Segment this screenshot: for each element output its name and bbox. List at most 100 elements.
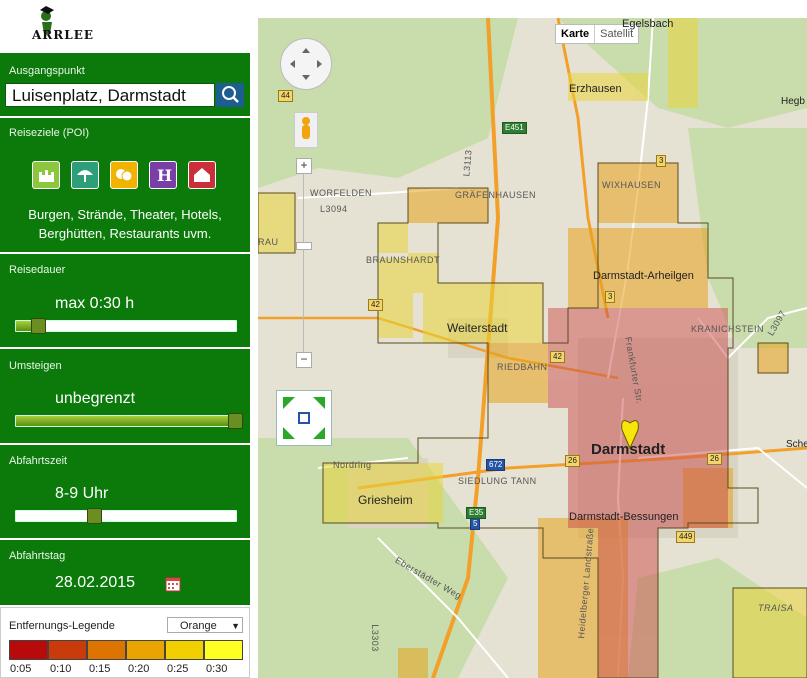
poi-description-line2: Berghütten, Restaurants uvm. [38,226,212,241]
duration-slider[interactable] [15,318,237,334]
label-rau: RAU [258,237,279,247]
distance-legend: Entfernungs-Legende Orange ▼ 0:05 0:10 0… [0,607,250,678]
label-traisa: TRAISA [758,603,794,613]
departure-time-title: Abfahrtszeit [9,455,68,467]
legend-swatch [165,640,204,660]
label-bessungen: Darmstadt-Bessungen [569,511,679,523]
shield-b26b: 26 [707,453,722,465]
legend-tick: 0:25 [167,663,189,675]
shield-b42b: 42 [550,351,565,363]
legend-tick: 0:15 [89,663,111,675]
poi-panel: Reiseziele (POI) H Burgen, Strände, Thea… [0,118,250,252]
label-braunshardt: BRAUNSHARDT [366,255,441,265]
legend-swatch [48,640,87,660]
legend-tick: 0:30 [206,663,228,675]
departure-time-value: 8-9 Uhr [55,485,109,502]
street-view-pegman[interactable] [294,112,318,148]
departure-time-slider[interactable] [15,508,237,524]
legend-scheme-value: Orange [180,620,217,632]
legend-swatch [204,640,243,660]
shield-b449: 449 [676,531,696,543]
shield-a672: 672 [486,459,506,471]
zoom-slider-track[interactable] [303,161,304,361]
poi-title: Reiseziele (POI) [9,127,90,139]
poi-description-line1: Burgen, Strände, Theater, Hotels, [28,207,222,222]
departure-day-panel: Abfahrtstag 28.02.2015 [0,540,250,605]
legend-swatch [87,640,126,660]
svg-text:H: H [157,166,172,185]
chevron-down-icon: ▼ [231,621,240,631]
duration-panel: Reisedauer max 0:30 h [0,254,250,347]
beach-icon[interactable] [71,161,99,189]
departure-day-value[interactable]: 28.02.2015 [55,574,135,592]
transfers-slider-fill [16,416,236,426]
legend-swatch [9,640,48,660]
label-arheilgen: Darmstadt-Arheilgen [593,270,694,282]
start-panel: Ausgangspunkt Luisenplatz, Darmstadt [0,53,250,116]
legend-scheme-select[interactable]: Orange ▼ [167,617,243,633]
label-egelsbach: Egelsbach [622,18,674,30]
shield-b3: 3 [656,155,667,167]
label-riedbahn: RIEDBAHN [497,362,548,372]
label-weiterstadt: Weiterstadt [447,321,508,335]
maptype-map-button[interactable]: Karte [556,25,596,43]
pan-arrows-icon [290,48,322,80]
legend-swatch [126,640,165,660]
legend-tick: 0:05 [10,663,32,675]
label-hegba: Hegb [781,96,805,107]
logo-text: ARRLEE [32,28,94,42]
duration-value: max 0:30 h [55,295,135,312]
shield-a5: 5 [470,518,481,530]
label-erzhausen: Erzhausen [569,83,622,95]
legend-tick: 0:20 [128,663,150,675]
label-siedlung-tann: SIEDLUNG TANN [458,476,537,486]
green-arrows-icon [283,397,325,439]
label-nordring: Nordring [333,460,372,470]
shield-b44: 44 [278,90,293,102]
sidebar: ARRLEE Ausgangspunkt Luisenplatz, Darmst… [0,0,252,678]
transfers-title: Umsteigen [9,360,62,372]
transfers-slider[interactable] [15,413,243,429]
shield-l3094: L3094 [320,204,348,214]
zoom-out-button[interactable]: − [296,352,312,368]
shield-e451: E451 [502,122,527,134]
transfers-slider-handle[interactable] [228,413,243,429]
shield-l3303: L3303 [369,624,380,652]
shield-b26: 26 [565,455,580,467]
transfers-value: unbegrenzt [55,390,136,407]
calendar-icon[interactable] [165,576,181,597]
search-icon [222,86,239,103]
departure-time-panel: Abfahrtszeit 8-9 Uhr [0,445,250,538]
label-darmstadt: Darmstadt [591,441,666,458]
shield-e35: E35 [466,507,487,519]
start-title: Ausgangspunkt [9,65,85,77]
theater-icon[interactable] [110,161,138,189]
label-graefenhausen: GRÄFENHAUSEN [455,190,537,200]
zoom-slider-handle[interactable] [296,242,312,250]
map-base [258,18,807,678]
pan-control[interactable] [280,38,332,90]
duration-title: Reisedauer [9,264,66,276]
search-button[interactable] [216,83,244,107]
restaurant-icon[interactable] [188,161,216,189]
label-kranichstein: KRANICHSTEIN [691,324,765,334]
label-wixhausen: WIXHAUSEN [602,180,662,190]
legend-tick: 0:10 [50,663,72,675]
zoom-in-button[interactable]: + [296,158,312,174]
shield-b42: 42 [368,299,383,311]
shield-b3b: 3 [605,291,616,303]
map-canvas[interactable]: Karte Satellit + − Egelsbach Erzhausen WI… [258,18,807,678]
navigation-tile[interactable] [276,390,332,446]
hotel-icon[interactable]: H [149,161,177,189]
label-worfelden: WORFELDEN [310,188,373,198]
pegman-icon [302,117,310,139]
duration-slider-handle[interactable] [31,318,46,334]
castle-icon[interactable] [32,161,60,189]
start-input[interactable]: Luisenplatz, Darmstadt [5,83,215,107]
arrlee-logo[interactable]: ARRLEE [18,4,108,44]
departure-day-title: Abfahrtstag [9,550,66,562]
departure-time-slider-handle[interactable] [87,508,102,524]
label-sche: Sche [786,439,807,450]
label-griesheim: Griesheim [358,493,413,507]
legend-title: Entfernungs-Legende [9,620,115,632]
